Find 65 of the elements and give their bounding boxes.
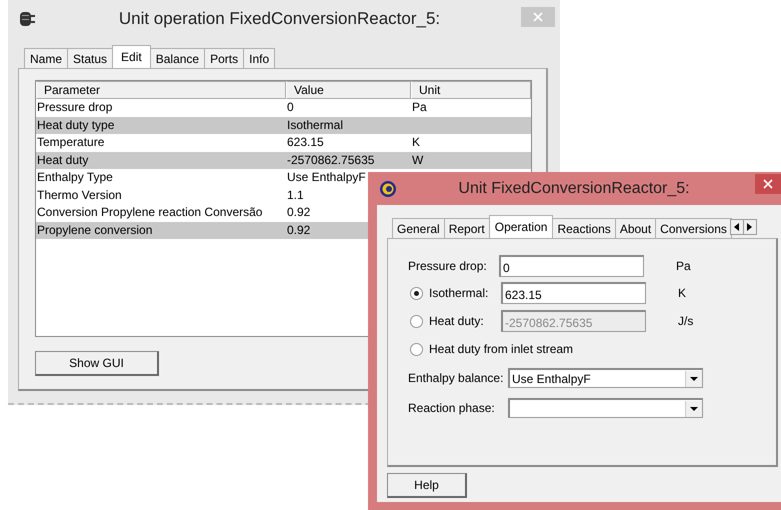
tab[interactable]: Balance (150, 48, 206, 68)
table-cell-text: 623.15 (286, 134, 324, 151)
help-button[interactable]: Help (387, 473, 467, 498)
table-cell-text: Isothermal (286, 116, 344, 134)
close-icon (763, 179, 773, 189)
show-gui-button[interactable]: Show GUI (35, 351, 159, 376)
radio-button[interactable] (410, 286, 423, 300)
window-title: Unit FixedConversionReactor_5: (457, 180, 691, 198)
input-field[interactable]: 623.15 (501, 282, 646, 304)
table-cell-text: Conversion Propylene reaction Conversão (36, 204, 262, 221)
field-label: Pressure drop: (408, 259, 488, 273)
unit-label: J/s (678, 314, 694, 328)
tab[interactable]: General (392, 218, 445, 238)
unit-label: Pa (676, 259, 691, 273)
column-header[interactable]: Value (286, 81, 411, 99)
radio-label[interactable]: Heat duty from inlet stream (429, 342, 574, 356)
tab[interactable]: Name (24, 48, 68, 68)
table-cell-text: 1.1 (286, 186, 304, 204)
plug-icon (17, 9, 37, 29)
table-cell-text: Heat duty (36, 152, 88, 168)
radio-button[interactable] (410, 342, 423, 356)
close-button[interactable] (755, 174, 781, 194)
dropdown[interactable] (508, 398, 703, 418)
table-cell-text: 0 (286, 99, 294, 116)
table-cell-text: Use EnthalpyF (286, 169, 366, 186)
left-triangle-icon (734, 223, 740, 231)
table-cell-text: Propylene conversion (36, 222, 152, 238)
dropdown-arrow-icon (690, 376, 698, 380)
tab[interactable]: Report (444, 218, 490, 238)
table-cell-text: Pressure drop (36, 99, 112, 116)
dropdown[interactable]: Use EnthalpyF (508, 368, 703, 388)
unit-label: K (678, 286, 686, 300)
column-header[interactable]: Parameter (36, 81, 286, 99)
table-cell-text: Heat duty type (36, 116, 114, 134)
window-title: Unit operation FixedConversionReactor_5: (118, 9, 442, 29)
field-label: Reaction phase: (408, 401, 496, 415)
table-cell-text: Thermo Version (36, 186, 122, 204)
tab[interactable]: Ports (204, 48, 244, 68)
tab[interactable]: Status (67, 48, 114, 68)
right-triangle-icon (747, 223, 752, 231)
dropdown-arrow-icon (690, 406, 698, 410)
table-cell-text: -2570862.75635 (286, 152, 374, 168)
scroll-left-button[interactable] (730, 219, 744, 235)
tab[interactable]: Operation (488, 215, 554, 238)
table-cell-text: 0.92 (286, 222, 310, 238)
logo-icon (379, 180, 397, 198)
table-row[interactable]: Temperature 623.15 K (36, 134, 531, 152)
table-cell-text: Temperature (36, 134, 104, 151)
table-cell-text: 0.92 (286, 204, 310, 221)
tab[interactable]: Info (243, 48, 276, 68)
table-row[interactable]: Heat duty -2570862.75635 W (36, 152, 531, 169)
input-field[interactable]: 0 (499, 255, 644, 277)
table-cell-text: W (411, 152, 424, 168)
table-row[interactable]: Pressure drop 0 Pa (36, 99, 531, 116)
column-header[interactable]: Unit (411, 81, 531, 99)
tab[interactable]: Conversions (655, 218, 732, 238)
close-icon (533, 12, 543, 22)
table-cell-text: Pa (411, 99, 427, 116)
field-label: Enthalpy balance: (408, 371, 504, 385)
table-cell-text: K (411, 134, 420, 151)
tab[interactable]: Edit (112, 45, 151, 68)
table-row[interactable]: Heat duty type Isothermal (36, 116, 531, 134)
radio-label[interactable]: Isothermal: (429, 286, 501, 300)
scroll-right-button[interactable] (742, 219, 757, 235)
table-cell-text: Enthalpy Type (36, 169, 113, 186)
